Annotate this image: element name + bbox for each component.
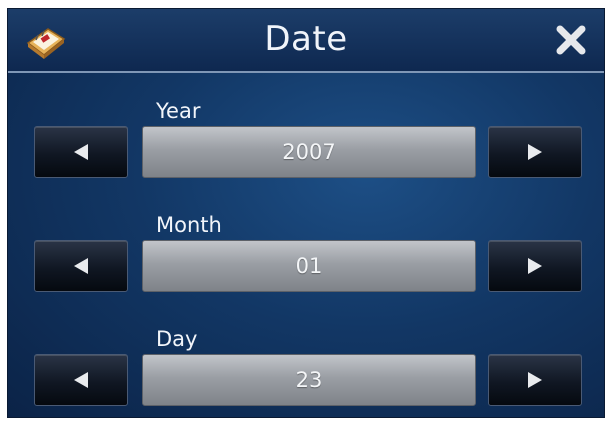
arrow-right-icon [528, 144, 542, 160]
day-label: Day [156, 327, 198, 351]
year-decrement-button[interactable] [34, 126, 128, 178]
arrow-right-icon [528, 372, 542, 388]
dialog-title: Date [264, 19, 348, 59]
arrow-left-icon [74, 144, 88, 160]
year-label: Year [156, 99, 201, 123]
month-value[interactable]: 01 [142, 240, 476, 292]
day-increment-button[interactable] [488, 354, 582, 406]
arrow-left-icon [74, 372, 88, 388]
close-icon[interactable] [554, 23, 588, 57]
arrow-right-icon [528, 258, 542, 274]
month-label: Month [156, 213, 222, 237]
arrow-left-icon [74, 258, 88, 274]
year-increment-button[interactable] [488, 126, 582, 178]
month-decrement-button[interactable] [34, 240, 128, 292]
dialog-header: Date [8, 9, 604, 73]
year-value[interactable]: 2007 [142, 126, 476, 178]
day-decrement-button[interactable] [34, 354, 128, 406]
date-dialog: Date Year 2007 Month 01 Day 23 [7, 8, 605, 418]
month-increment-button[interactable] [488, 240, 582, 292]
day-value[interactable]: 23 [142, 354, 476, 406]
